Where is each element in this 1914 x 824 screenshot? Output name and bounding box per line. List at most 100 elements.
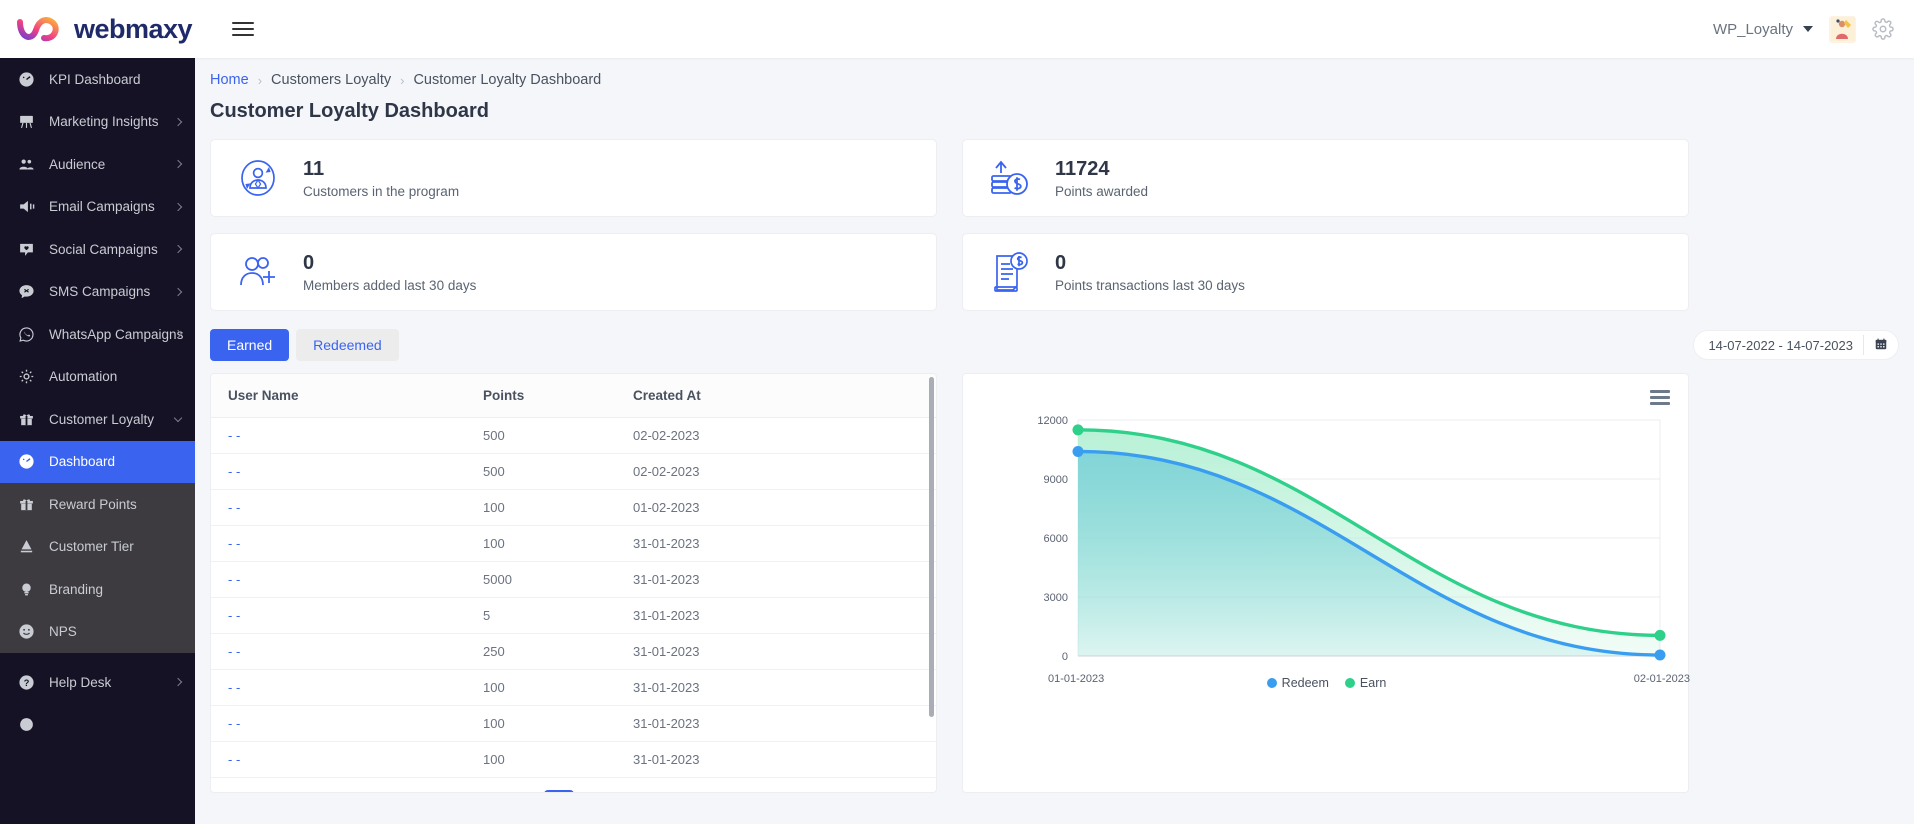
gift-icon xyxy=(17,410,36,429)
date-range-picker[interactable]: 14-07-2022 - 14-07-2023 xyxy=(1693,330,1899,360)
table-row: - -100 01-02-2023 xyxy=(211,489,936,526)
sidebar-item-extra[interactable] xyxy=(0,704,195,747)
sidebar-item-branding[interactable]: Branding xyxy=(0,568,195,611)
sidebar-item-automation[interactable]: Automation xyxy=(0,356,195,399)
question-icon: ? xyxy=(17,673,36,692)
chevron-right-icon xyxy=(173,202,183,211)
page-title: Customer Loyalty Dashboard xyxy=(210,100,489,122)
points-table-panel: User Name Points Created At - -500 02-02-… xyxy=(210,373,937,793)
sidebar-item-social-campaigns[interactable]: Social Campaigns xyxy=(0,228,195,271)
sidebar-item-reward-points[interactable]: Reward Points xyxy=(0,483,195,526)
sidebar-item-nps[interactable]: NPS xyxy=(0,611,195,654)
gift-icon xyxy=(17,495,36,514)
cell-user-name[interactable]: - - xyxy=(211,597,466,634)
sidebar-item-audience[interactable]: Audience xyxy=(0,143,195,186)
cell-created-at: 02-02-2023 xyxy=(616,453,936,490)
chevron-down-icon xyxy=(173,413,183,422)
sms-icon xyxy=(17,282,36,301)
cell-created-at: 31-01-2023 xyxy=(616,705,936,742)
table-row: - -5 31-01-2023 xyxy=(211,597,936,634)
account-selector[interactable]: WP_Loyalty xyxy=(1713,21,1813,38)
cell-user-name[interactable]: - - xyxy=(211,633,466,670)
cell-user-name[interactable]: - - xyxy=(211,417,466,454)
whatsapp-icon xyxy=(17,325,36,344)
cell-user-name[interactable]: - - xyxy=(211,525,466,562)
points-chart-panel: 0 3000 6000 9000 12000 01-01-2023 02-01-2023 R… xyxy=(962,373,1690,793)
brand-logo[interactable]: webmaxy xyxy=(14,12,193,46)
sidebar-item-sms-campaigns[interactable]: SMS Campaigns xyxy=(0,271,195,314)
calendar-icon[interactable] xyxy=(1874,337,1888,354)
table-row: - -250 31-01-2023 xyxy=(211,633,936,670)
receipt-dollar-icon xyxy=(985,247,1035,297)
cell-created-at: 02-02-2023 xyxy=(616,417,936,454)
stat-text-group: 11 Customers in the program xyxy=(303,157,459,199)
pagination-page-1[interactable]: 1 xyxy=(544,790,574,792)
avatar[interactable] xyxy=(1829,15,1856,43)
column-header-created-at[interactable]: Created At xyxy=(616,374,936,418)
legend-item-redeem[interactable]: Redeem xyxy=(1266,676,1329,690)
table-row: - -100 31-01-2023 xyxy=(211,741,936,778)
sidebar-item-label: Automation xyxy=(49,369,118,385)
stat-value: 0 xyxy=(1055,252,1067,274)
table-scrollbar[interactable] xyxy=(929,377,934,717)
chevron-right-icon xyxy=(173,245,183,254)
megaphone-icon xyxy=(17,197,36,216)
column-header-user-name[interactable]: User Name xyxy=(211,374,466,418)
cell-points: 100 xyxy=(466,669,616,706)
legend-label: Redeem xyxy=(1281,676,1329,690)
cell-user-name[interactable]: - - xyxy=(211,561,466,598)
stat-text-group: 11724 Points awarded xyxy=(1055,157,1148,199)
sidebar-item-kpi-dashboard[interactable]: KPI Dashboard xyxy=(0,58,195,101)
sidebar-item-label: Audience xyxy=(49,156,106,172)
circle-icon xyxy=(17,715,36,734)
cell-user-name[interactable]: - - xyxy=(211,705,466,742)
sidebar-item-dashboard[interactable]: Dashboard xyxy=(0,440,195,483)
cell-created-at: 31-01-2023 xyxy=(616,561,936,598)
arrow-left-icon[interactable]: ← xyxy=(505,793,522,794)
stat-card-members-added: 0 Members added last 30 days xyxy=(210,233,937,311)
sidebar-item-help-desk[interactable]: ? Help Desk xyxy=(0,661,195,704)
cell-created-at: 31-01-2023 xyxy=(616,525,936,562)
sidebar: KPI Dashboard Marketing Insights Audienc… xyxy=(0,58,195,824)
cell-user-name[interactable]: - - xyxy=(211,489,466,526)
top-header-bar: webmaxy WP_Loyalty xyxy=(0,0,1914,58)
data-point-earn xyxy=(1654,629,1666,641)
stat-label: Points transactions last 30 days xyxy=(1055,278,1245,293)
stat-text-group: 0 Members added last 30 days xyxy=(303,251,476,293)
sidebar-item-customer-tier[interactable]: Customer Tier xyxy=(0,526,195,569)
cell-points: 500 xyxy=(466,417,616,454)
breadcrumb-customers-loyalty[interactable]: Customers Loyalty xyxy=(271,72,391,88)
sidebar-item-email-campaigns[interactable]: Email Campaigns xyxy=(0,186,195,229)
breadcrumb-current: Customer Loyalty Dashboard xyxy=(413,72,602,88)
stat-cards-left-column: 11 Customers in the program 0 Members ad… xyxy=(210,139,937,327)
chevron-right-icon xyxy=(173,287,183,296)
smiley-icon xyxy=(17,622,36,641)
sidebar-item-label: Social Campaigns xyxy=(49,241,158,257)
triangle-icon xyxy=(17,537,36,556)
gear-icon[interactable] xyxy=(1872,18,1894,40)
sidebar-item-label: KPI Dashboard xyxy=(49,71,141,87)
cell-points: 5 xyxy=(466,597,616,634)
stat-card-customers-in-program: 11 Customers in the program xyxy=(210,139,937,217)
cell-user-name[interactable]: - - xyxy=(211,741,466,778)
column-header-points[interactable]: Points xyxy=(466,374,616,418)
speedometer-icon xyxy=(17,452,36,471)
cell-user-name[interactable]: - - xyxy=(211,669,466,706)
arrow-right-icon[interactable]: → xyxy=(625,793,642,794)
hamburger-icon[interactable] xyxy=(232,18,255,40)
sidebar-item-customer-loyalty[interactable]: Customer Loyalty xyxy=(0,398,195,441)
legend-item-earn[interactable]: Earn xyxy=(1344,676,1386,690)
breadcrumb-home[interactable]: Home xyxy=(210,72,249,88)
tab-earned[interactable]: Earned xyxy=(210,329,290,361)
data-point-redeem xyxy=(1654,649,1666,661)
sidebar-item-marketing-insights[interactable]: Marketing Insights xyxy=(0,101,195,144)
sidebar-item-whatsapp-campaigns[interactable]: WhatsApp Campaigns xyxy=(0,313,195,356)
chevron-right-icon xyxy=(173,117,183,126)
cell-user-name[interactable]: - - xyxy=(211,453,466,490)
sidebar-item-label: Help Desk xyxy=(49,674,112,690)
tab-redeemed[interactable]: Redeemed xyxy=(296,329,399,361)
cell-created-at: 31-01-2023 xyxy=(616,669,936,706)
add-member-icon xyxy=(233,247,283,297)
sidebar-item-label: Reward Points xyxy=(49,496,137,512)
table-row: - -5000 31-01-2023 xyxy=(211,561,936,598)
